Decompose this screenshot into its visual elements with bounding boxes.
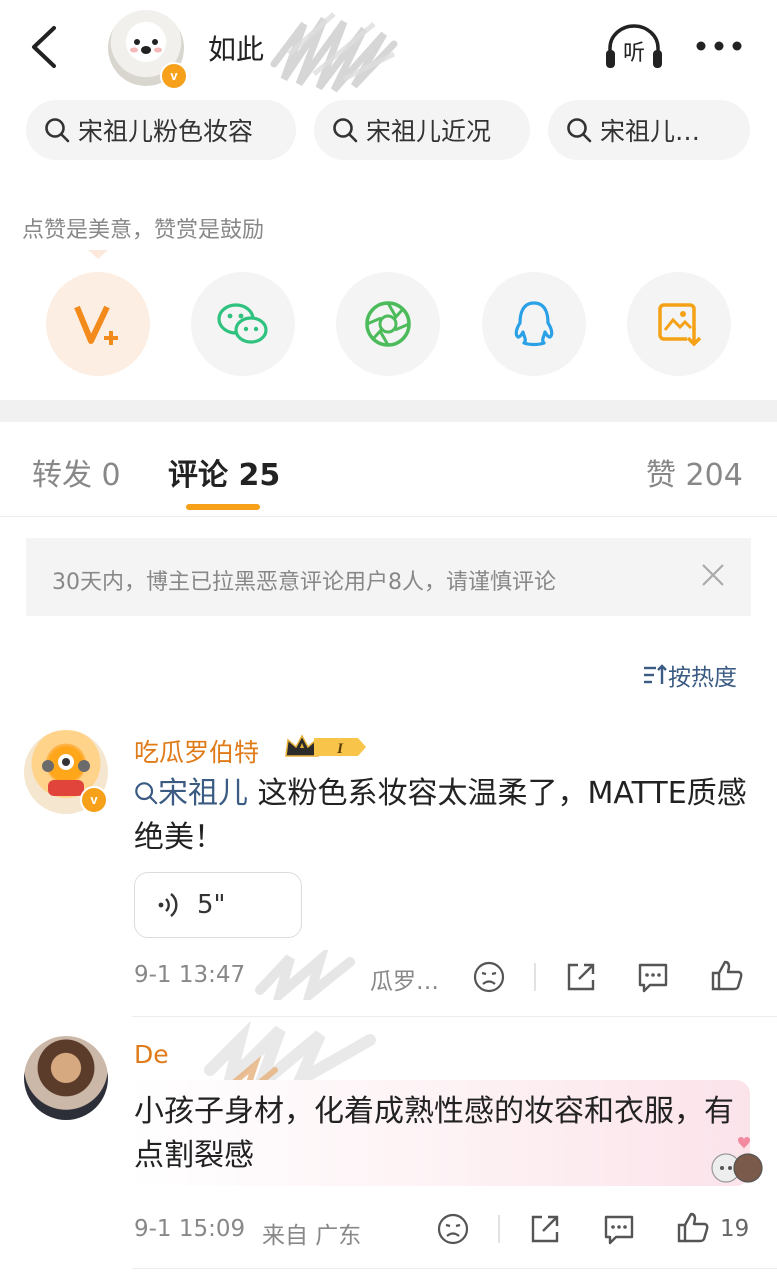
more-dots-icon[interactable] bbox=[694, 36, 744, 56]
search-chip-3[interactable]: 宋祖儿… bbox=[548, 100, 750, 160]
reply-icon[interactable] bbox=[636, 960, 670, 994]
moments-share-button[interactable] bbox=[336, 272, 440, 376]
wechat-icon bbox=[217, 303, 268, 344]
comment-text: 宋祖儿 这粉色系妆容太温柔了，MATTE质感绝美！ bbox=[134, 772, 749, 860]
search-chip-2[interactable]: 宋祖儿近况 bbox=[314, 100, 530, 160]
sort-by-hot-button[interactable]: 按热度 bbox=[642, 658, 737, 692]
verified-badge-icon: v bbox=[160, 62, 188, 90]
tab-repost[interactable]: 转发 0 bbox=[32, 450, 121, 494]
moments-icon bbox=[365, 301, 411, 347]
voice-wave-icon bbox=[158, 893, 178, 917]
section-divider bbox=[0, 400, 777, 422]
comment-date: 9-1 15:09 bbox=[134, 1216, 246, 1242]
search-icon bbox=[333, 118, 358, 143]
author-avatar[interactable]: v bbox=[108, 10, 188, 90]
comment-date: 9-1 13:47 bbox=[134, 962, 246, 988]
sticker-decoration-icon bbox=[711, 1137, 763, 1183]
save-image-icon bbox=[658, 303, 702, 347]
tip-arrow bbox=[88, 250, 108, 259]
search-icon bbox=[45, 118, 70, 143]
qq-share-button[interactable] bbox=[482, 272, 586, 376]
member-level-badge: I bbox=[285, 734, 366, 757]
sort-label: 按热度 bbox=[668, 665, 737, 691]
redaction-scribble bbox=[255, 950, 355, 1000]
search-chip-1[interactable]: 宋祖儿粉色妆容 bbox=[26, 100, 296, 160]
comment-location: 来自 广东 bbox=[262, 1223, 362, 1249]
voice-message-button[interactable]: 5" bbox=[134, 872, 302, 938]
comment-body: 小孩子身材，化着成熟性感的妆容和衣服，有点割裂感 bbox=[134, 1094, 734, 1173]
tabs-divider bbox=[0, 516, 777, 517]
redaction-scribble bbox=[270, 12, 398, 93]
chip-label: 宋祖儿粉色妆容 bbox=[78, 117, 254, 146]
voice-duration: 5" bbox=[197, 890, 226, 920]
repost-icon[interactable] bbox=[564, 960, 598, 994]
topic-tag-link[interactable]: 宋祖儿 bbox=[158, 776, 248, 811]
sort-icon bbox=[644, 664, 667, 684]
commenter-avatar[interactable] bbox=[24, 1036, 108, 1120]
vplus-icon bbox=[74, 305, 118, 345]
separator bbox=[534, 963, 536, 991]
dislike-face-icon[interactable] bbox=[472, 960, 506, 994]
reward-tip: 点赞是美意，赞赏是鼓励 bbox=[22, 218, 265, 243]
reply-icon[interactable] bbox=[602, 1212, 636, 1246]
dog-face-icon bbox=[130, 39, 162, 54]
verified-badge-icon: v bbox=[80, 786, 108, 814]
commenter-avatar[interactable]: v bbox=[24, 730, 108, 814]
notice-text: 30天内，博主已拉黑恶意评论用户8人，请谨慎评论 bbox=[52, 570, 556, 595]
author-name[interactable]: 如此 bbox=[208, 28, 264, 68]
svg-text:I: I bbox=[336, 741, 344, 757]
save-image-button[interactable] bbox=[627, 272, 731, 376]
separator bbox=[498, 1215, 500, 1243]
like-count: 19 bbox=[720, 1216, 750, 1242]
comment-source: 瓜罗… bbox=[370, 969, 439, 995]
like-icon[interactable] bbox=[676, 1210, 710, 1244]
back-icon[interactable] bbox=[26, 24, 66, 70]
like-icon[interactable] bbox=[710, 958, 744, 992]
tab-comments[interactable]: 评论 25 bbox=[168, 450, 280, 494]
search-tag-icon bbox=[135, 782, 158, 805]
chip-label: 宋祖儿… bbox=[600, 117, 701, 146]
close-icon[interactable] bbox=[700, 562, 726, 588]
commenter-name[interactable]: De bbox=[134, 1040, 169, 1069]
commenter-name[interactable]: 吃瓜罗伯特 bbox=[134, 733, 259, 769]
qq-icon bbox=[514, 301, 554, 347]
svg-text:听: 听 bbox=[623, 41, 645, 66]
repost-icon[interactable] bbox=[528, 1212, 562, 1246]
comment-divider bbox=[132, 1268, 777, 1269]
wechat-share-button[interactable] bbox=[191, 272, 295, 376]
chip-label: 宋祖儿近况 bbox=[366, 117, 492, 146]
dislike-face-icon[interactable] bbox=[436, 1212, 470, 1246]
listen-icon[interactable]: 听 bbox=[604, 22, 664, 72]
active-tab-indicator bbox=[186, 504, 260, 510]
vplus-button[interactable] bbox=[46, 272, 150, 376]
tab-likes[interactable]: 赞 204 bbox=[646, 450, 743, 494]
search-icon bbox=[567, 118, 592, 143]
